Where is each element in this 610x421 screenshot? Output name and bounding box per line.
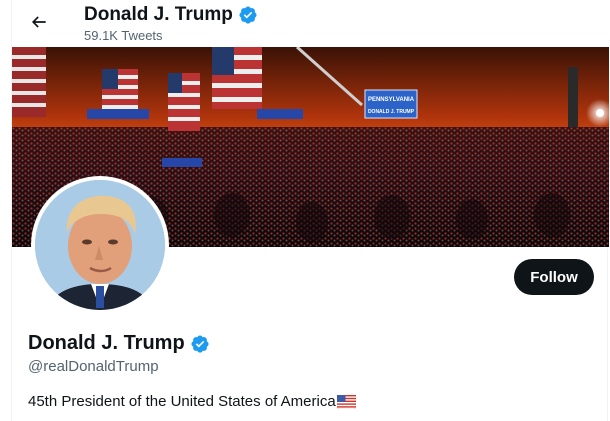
banner-sign-state: PENNSYLVANIA: [368, 97, 415, 103]
back-arrow-icon: [31, 16, 46, 28]
profile-name-text: Donald J. Trump: [28, 332, 185, 354]
us-flag-icon: [336, 394, 356, 409]
bio-text: 45th President of the United States of A…: [28, 393, 336, 410]
header-title: Donald J. Trump: [84, 4, 258, 26]
header-name-text: Donald J. Trump: [84, 4, 233, 25]
flag-center-left-icon: [102, 69, 138, 114]
verified-badge-icon: [239, 6, 257, 24]
profile-page: Donald J. Trump 59.1K Tweets PENNSYLVANI…: [11, 0, 609, 421]
follow-button[interactable]: Follow: [514, 259, 594, 295]
profile-display-name: Donald J. Trump: [28, 332, 210, 355]
flag-left-icon: [12, 47, 46, 117]
profile-bio: 45th President of the United States of A…: [28, 393, 356, 410]
flag-right-icon: [212, 47, 262, 109]
banner-sign-name: DONALD J. TRUMP: [368, 109, 415, 115]
verified-badge-icon: [191, 334, 209, 353]
back-button[interactable]: [26, 9, 52, 35]
flag-center-icon: [168, 73, 200, 131]
avatar-portrait: [35, 180, 165, 310]
profile-avatar[interactable]: [31, 176, 169, 314]
tweet-count: 59.1K Tweets: [84, 28, 163, 43]
profile-header-bar: Donald J. Trump 59.1K Tweets: [12, 0, 609, 47]
profile-handle: @realDonaldTrump: [28, 358, 159, 375]
